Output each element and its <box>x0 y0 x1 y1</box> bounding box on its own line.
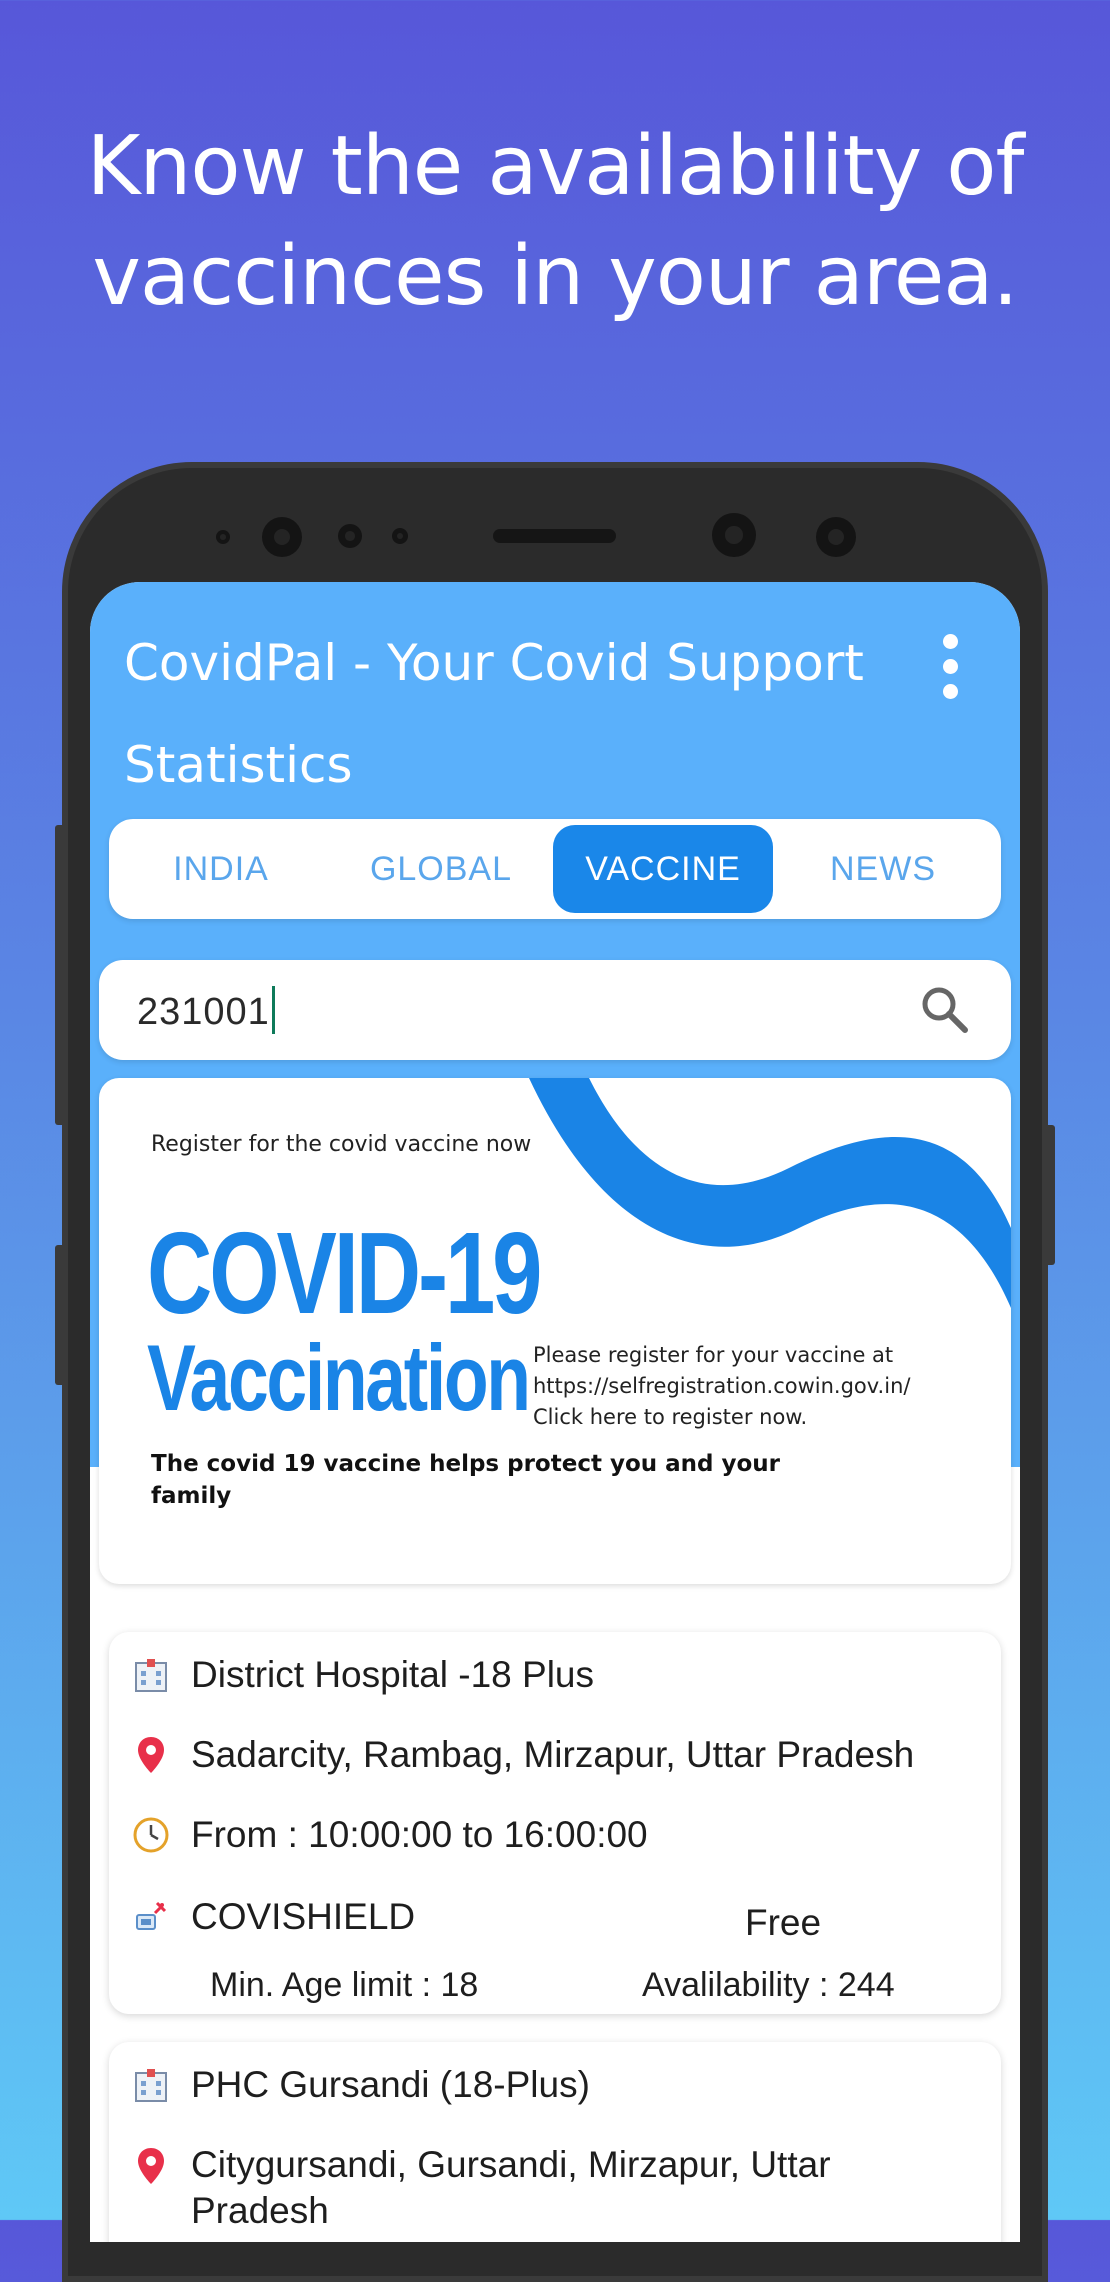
banner-please-line: Please register for your vaccine at <box>533 1343 894 1367</box>
pincode-search-bar[interactable]: 231001 <box>99 960 1011 1060</box>
phone-side-button <box>55 1245 65 1385</box>
location-pin-icon <box>131 1735 171 1775</box>
center-address: Sadarcity, Rambag, Mirzapur, Uttar Prade… <box>191 1734 915 1775</box>
banner-url-line: https://selfregistration.cowin.gov.in/ <box>533 1374 911 1398</box>
phone-sensor <box>392 528 408 544</box>
clock-icon <box>131 1815 171 1855</box>
tab-global[interactable]: GLOBAL <box>331 825 551 913</box>
banner-protect-text: The covid 19 vaccine helps protect you a… <box>151 1451 781 1509</box>
phone-side-button <box>55 825 65 1125</box>
hospital-icon <box>131 1655 171 1695</box>
phone-front-camera <box>262 517 302 557</box>
vaccine-fee: Free <box>745 1902 822 1943</box>
promo-headline: Know the availability of vaccinces in yo… <box>0 112 1110 332</box>
hospital-icon <box>131 2065 171 2105</box>
location-pin-icon <box>131 2146 171 2186</box>
search-input-value: 231001 <box>137 991 270 1033</box>
vaccine-name: COVISHIELD <box>191 1896 416 1937</box>
headline-line-2: vaccinces in your area. <box>92 229 1018 324</box>
syringe-icon <box>131 1897 171 1937</box>
more-vert-icon[interactable] <box>935 634 965 704</box>
phone-screen: CovidPal - Your Covid Support Statistics… <box>90 582 1020 2242</box>
phone-front-camera <box>712 513 756 557</box>
tab-news[interactable]: NEWS <box>773 825 993 913</box>
vaccination-banner[interactable]: Register for the covid vaccine now COVID… <box>99 1078 1011 1584</box>
phone-sensor <box>816 517 856 557</box>
phone-side-button <box>1045 1125 1055 1265</box>
app-title: CovidPal - Your Covid Support Statistics <box>124 634 864 794</box>
text-cursor <box>271 986 275 1034</box>
banner-register-text: Register for the covid vaccine now <box>151 1132 532 1157</box>
tab-india[interactable]: INDIA <box>111 825 331 913</box>
tab-bar: INDIA GLOBAL VACCINE NEWS <box>109 819 1001 919</box>
banner-register-instructions: Please register for your vaccine at http… <box>533 1340 973 1433</box>
center-name: District Hospital -18 Plus <box>191 1654 595 1695</box>
phone-sensor <box>338 524 362 548</box>
center-timing: From : 10:00:00 to 16:00:00 <box>191 1814 648 1855</box>
min-age-limit: Min. Age limit : 18 <box>210 1966 479 2004</box>
phone-speaker <box>493 529 616 543</box>
banner-title-covid: COVID-19 <box>147 1208 542 1338</box>
center-address: Citygursandi, Gursandi, Mirzapur, Uttar … <box>191 2144 831 2231</box>
availability-count: Avalilability : 244 <box>642 1966 895 2004</box>
banner-title-vaccination: Vaccination <box>147 1325 531 1430</box>
vaccine-center-card[interactable]: PHC Gursandi (18-Plus) Citygursandi, Gur… <box>109 2042 1001 2242</box>
tab-vaccine[interactable]: VACCINE <box>553 825 773 913</box>
search-icon[interactable] <box>917 982 973 1038</box>
banner-click-line: Click here to register now. <box>533 1405 808 1429</box>
headline-line-1: Know the availability of <box>86 119 1025 214</box>
center-name: PHC Gursandi (18-Plus) <box>191 2064 590 2105</box>
vaccine-center-card[interactable]: District Hospital -18 Plus Sadarcity, Ra… <box>109 1632 1001 2014</box>
phone-sensor <box>216 530 230 544</box>
pincode-search-input[interactable]: 231001 <box>137 986 275 1034</box>
